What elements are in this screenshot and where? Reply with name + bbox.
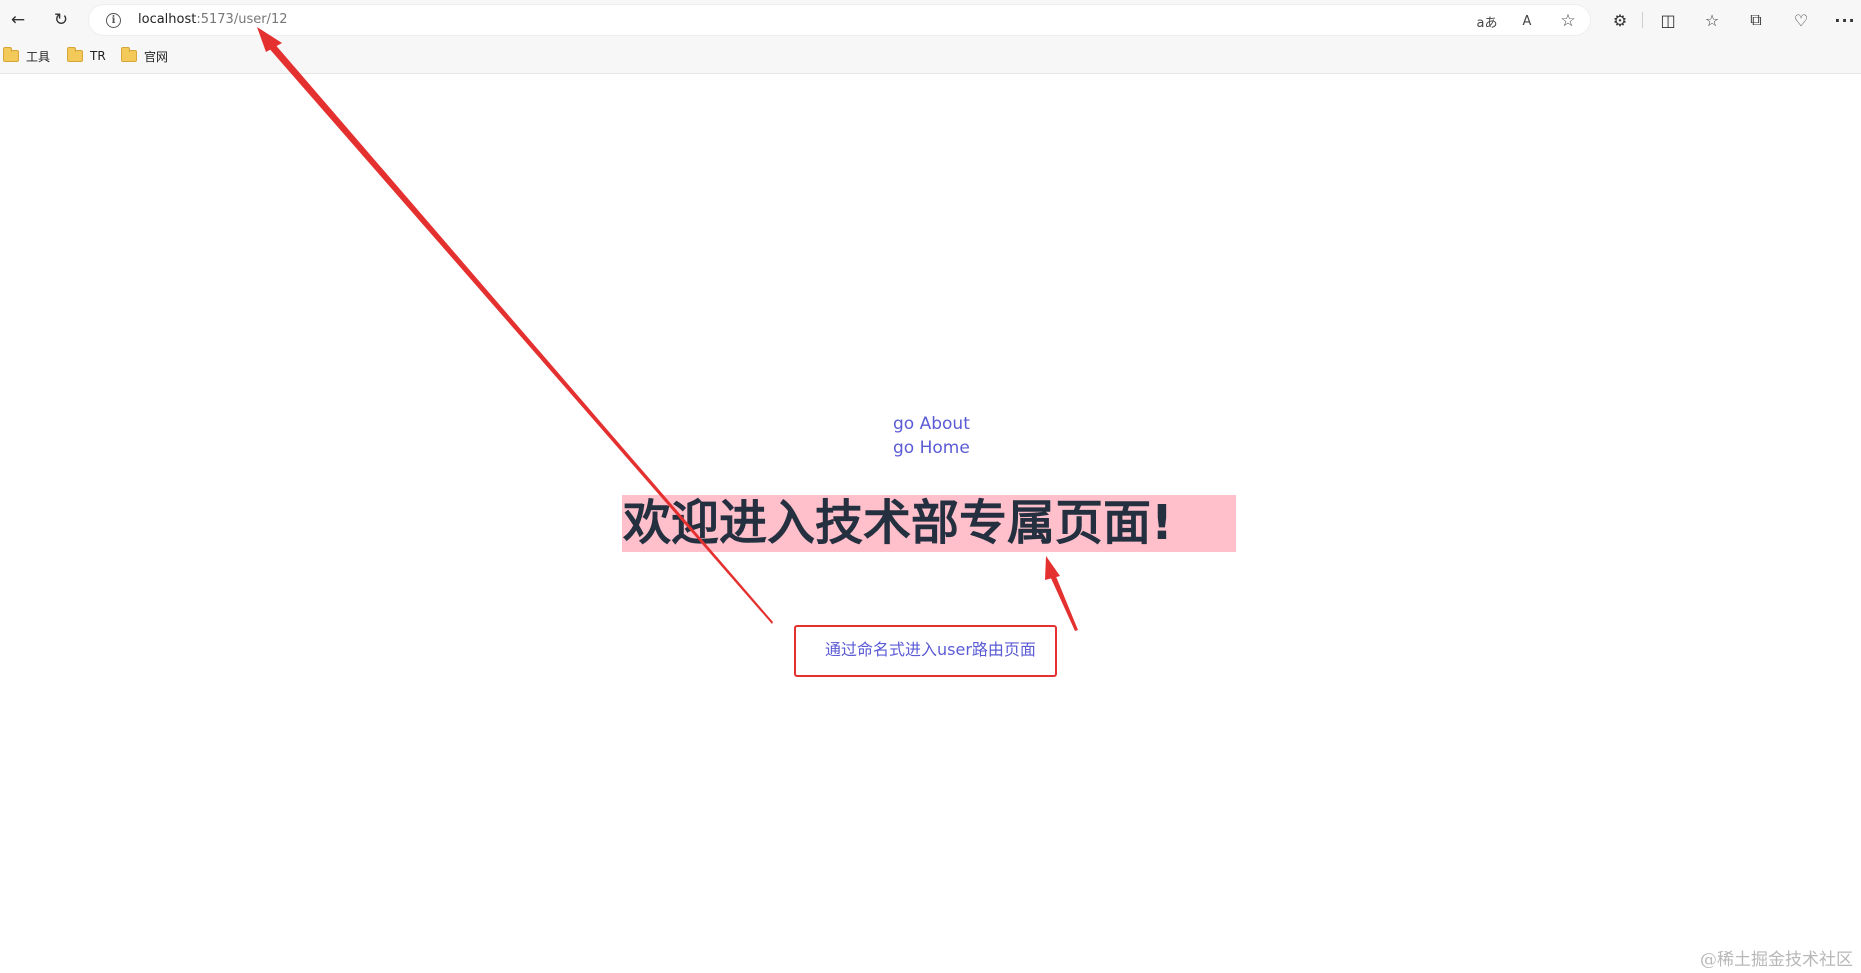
folder-icon	[67, 47, 83, 62]
read-aloud-icon[interactable]: A	[1514, 10, 1540, 32]
watermark: @稀土掘金技术社区	[1700, 950, 1853, 970]
bookmark-folder-tr[interactable]: TR	[67, 46, 106, 66]
annotation-arrow-to-heading	[1050, 574, 1078, 631]
annotation-arrow-to-heading-head	[1045, 556, 1060, 580]
favorites-icon[interactable]: ☆	[1696, 5, 1728, 35]
toolbar-separator	[1642, 12, 1643, 28]
browser-toolbar: ← ↻ i localhost:5173/user/12 aあ A ☆ ⚙ ◫ …	[0, 0, 1861, 40]
bookmark-folder-tools[interactable]: 工具	[3, 46, 50, 66]
bookmark-label: 工具	[26, 49, 51, 64]
go-about-link[interactable]: go About	[893, 414, 970, 434]
translate-icon[interactable]: aあ	[1474, 10, 1500, 32]
bookmark-folder-official-site[interactable]: 官网	[121, 46, 168, 66]
bookmark-label: 官网	[144, 49, 169, 64]
site-info-icon[interactable]: i	[106, 13, 121, 28]
more-options-icon[interactable]: ···	[1829, 5, 1861, 35]
page-heading: 欢迎进入技术部专属页面!	[622, 495, 1236, 552]
url-path: :5173/user/12	[196, 12, 288, 27]
go-home-link[interactable]: go Home	[893, 438, 970, 458]
split-screen-icon[interactable]: ◫	[1652, 5, 1684, 35]
extensions-puzzle-icon[interactable]: ⚙	[1604, 5, 1636, 35]
bookmarks-bar: 工具 TR 官网	[0, 40, 1861, 74]
add-favorite-star-icon[interactable]: ☆	[1555, 10, 1581, 32]
folder-icon	[3, 47, 19, 62]
address-bar[interactable]: i localhost:5173/user/12 aあ A ☆	[88, 4, 1591, 36]
reload-icon[interactable]: ↻	[45, 5, 77, 35]
back-arrow-icon[interactable]: ←	[2, 5, 34, 35]
collections-icon[interactable]: ⧉	[1740, 5, 1772, 35]
annotation-arrows	[257, 27, 1078, 631]
named-route-user-link[interactable]: 通过命名式进入user路由页面	[825, 636, 1036, 660]
bookmark-label: TR	[90, 49, 106, 63]
url-host: localhost	[138, 12, 197, 27]
url-text[interactable]: localhost:5173/user/12	[138, 12, 287, 27]
browser-essentials-heart-icon[interactable]: ♡	[1785, 5, 1817, 35]
folder-icon	[121, 47, 137, 62]
